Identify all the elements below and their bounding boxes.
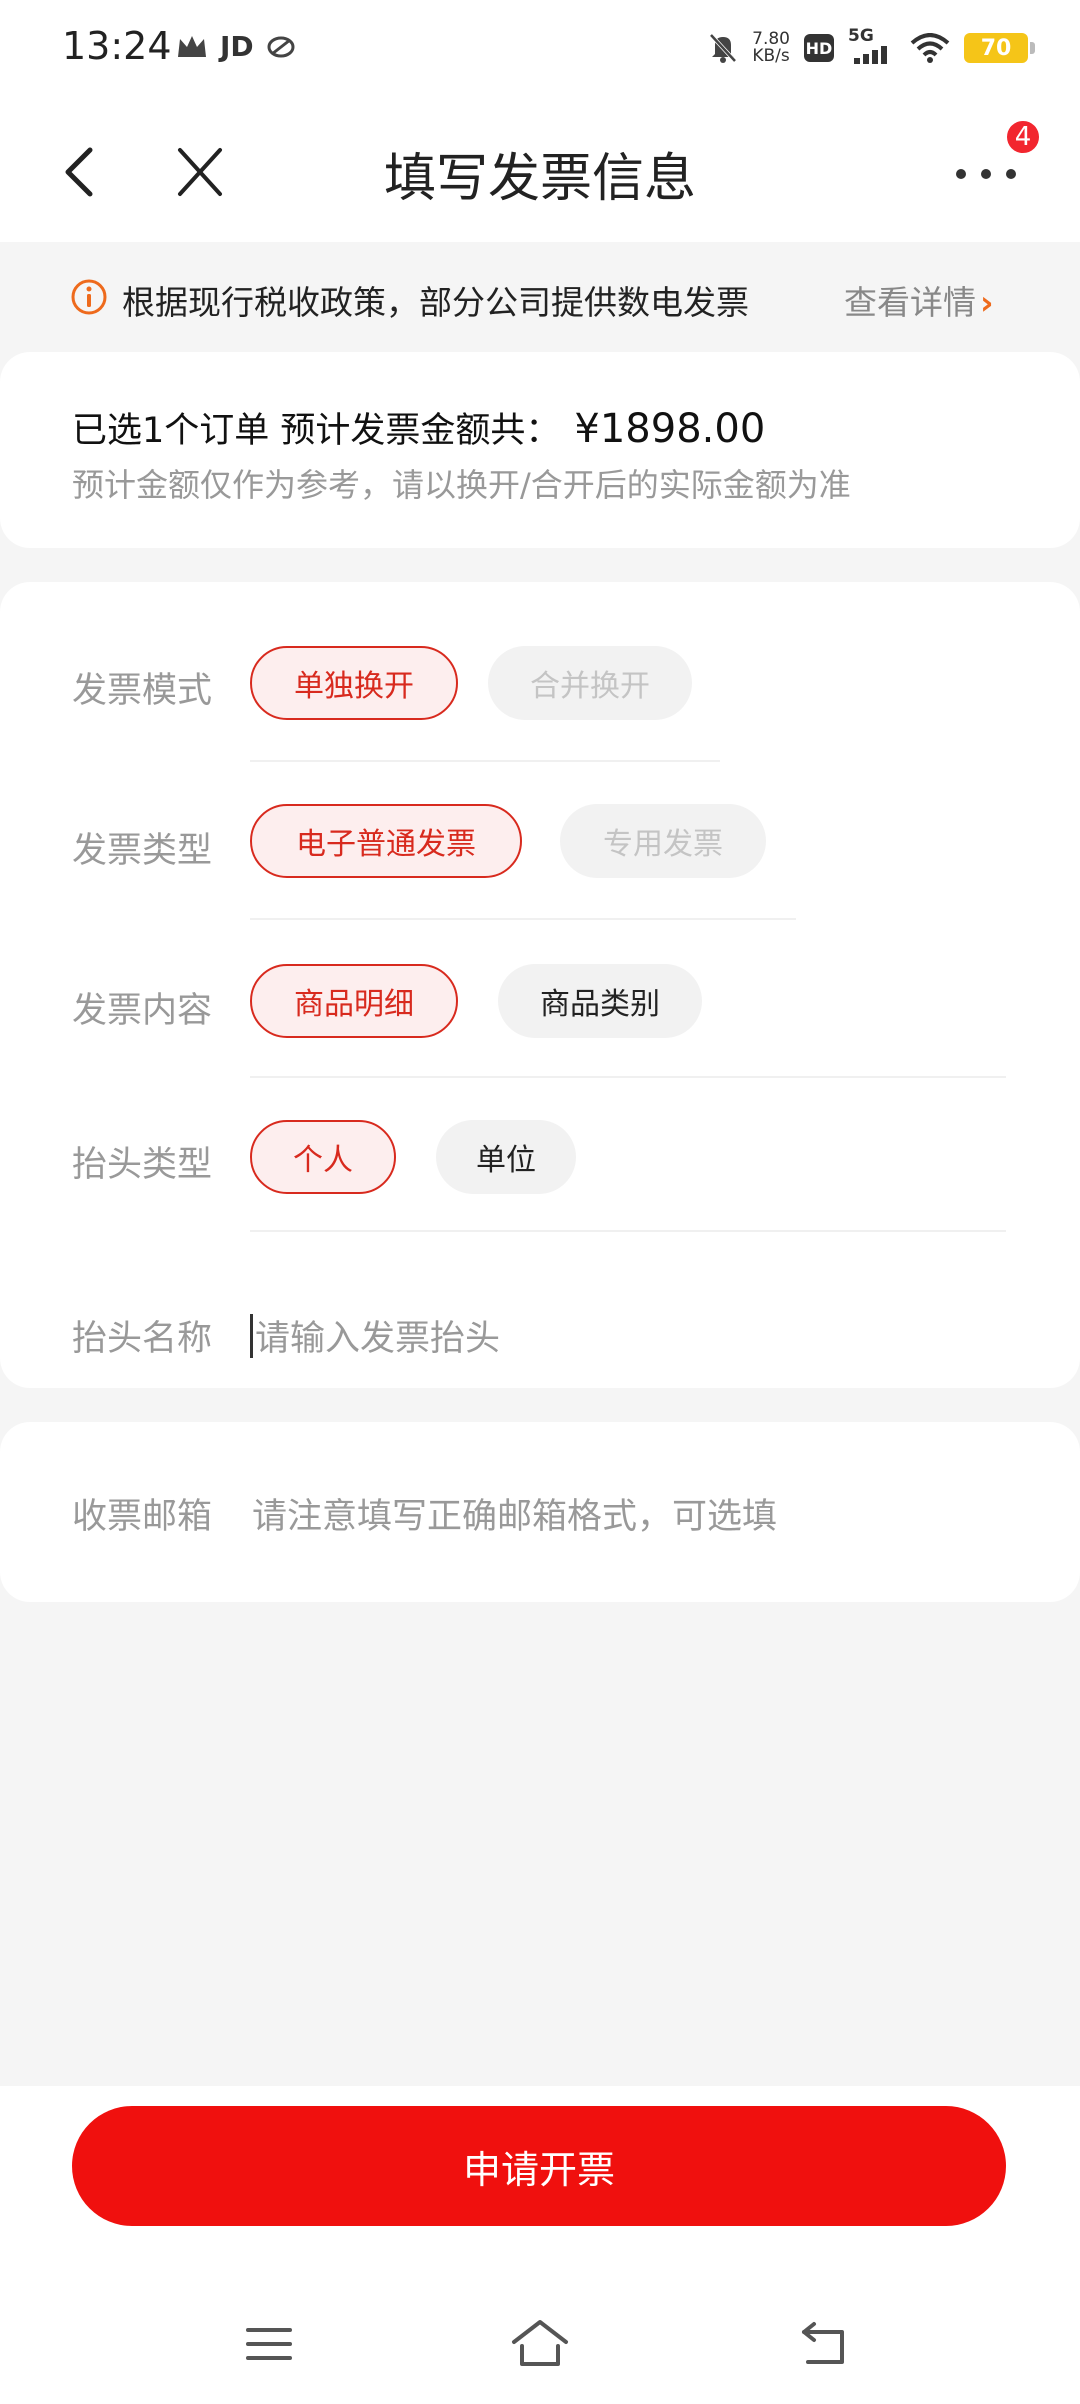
text-cursor — [250, 1313, 253, 1358]
title-name-label: 抬头名称 — [72, 1319, 213, 1359]
status-time: 13:24 — [62, 24, 172, 68]
email-label: 收票邮箱 — [72, 1497, 213, 1537]
crown-icon — [178, 35, 206, 57]
jd-app-icon: JD — [220, 30, 254, 63]
apply-invoice-button[interactable]: 申请开票 — [72, 2106, 1006, 2226]
hd-icon: HD — [804, 34, 834, 62]
option-company[interactable]: 单位 — [436, 1120, 576, 1194]
net-speed: 7.80 KB/s — [752, 29, 790, 66]
status-bar: 13:24 JD 7.80 KB/s HD 5G 70 — [0, 0, 1080, 100]
email-card: 收票邮箱 请注意填写正确邮箱格式，可选填 — [0, 1422, 1080, 1602]
option-individual[interactable]: 个人 — [250, 1120, 396, 1194]
title-name-input[interactable]: 请输入发票抬头 — [250, 1310, 500, 1361]
system-nav-bar — [0, 2306, 1080, 2386]
back-icon[interactable] — [800, 2320, 848, 2366]
status-system-icons: 7.80 KB/s HD 5G 70 — [708, 26, 1035, 66]
invoice-content-label: 发票内容 — [72, 991, 213, 1031]
chevron-right-icon: › — [980, 283, 994, 322]
page-title: 填写发票信息 — [383, 149, 696, 209]
bottom-action-area: 申请开票 — [0, 2086, 1080, 2404]
info-icon — [71, 279, 107, 315]
mute-bell-icon — [709, 33, 737, 63]
more-dots-icon[interactable] — [956, 154, 1016, 194]
order-summary-card: 已选1个订单 预计发票金额共： ¥1898.00 预计金额仅作为参考，请以换开/合… — [0, 352, 1080, 548]
status-notification-icons: JD — [176, 30, 296, 63]
nav-bar: 填写发票信息 4 — [0, 100, 1080, 242]
invoice-amount: ¥1898.00 — [574, 406, 766, 452]
home-icon[interactable] — [510, 2318, 570, 2368]
view-details-link[interactable]: 查看详情 › — [844, 276, 994, 324]
message-badge: 4 — [1004, 118, 1042, 156]
option-item-details[interactable]: 商品明细 — [250, 964, 458, 1038]
email-input[interactable]: 请注意填写正确邮箱格式，可选填 — [252, 1488, 777, 1539]
app-swirl-icon — [267, 36, 295, 57]
option-item-category[interactable]: 商品类别 — [498, 964, 702, 1038]
invoice-form-card: 发票模式 单独换开 合并换开 发票类型 电子普通发票 专用发票 发票内容 商品明… — [0, 582, 1080, 1388]
amount-hint: 预计金额仅作为参考，请以换开/合开后的实际金额为准 — [72, 466, 851, 504]
notice-text: 根据现行税收政策，部分公司提供数电发票 — [122, 283, 749, 322]
menu-icon[interactable] — [246, 2324, 292, 2364]
wifi-icon — [910, 33, 950, 63]
invoice-mode-label: 发票模式 — [72, 671, 213, 711]
policy-notice: 根据现行税收政策，部分公司提供数电发票 查看详情 › — [0, 242, 1080, 352]
battery-icon: 70 — [964, 33, 1035, 63]
option-special-invoice[interactable]: 专用发票 — [560, 804, 766, 878]
order-summary: 已选1个订单 预计发票金额共： ¥1898.00 — [72, 406, 766, 452]
option-electronic-invoice[interactable]: 电子普通发票 — [250, 804, 522, 878]
signal-icon: 5G — [848, 26, 896, 66]
invoice-type-label: 发票类型 — [72, 831, 213, 871]
option-separate-reissue[interactable]: 单独换开 — [250, 646, 458, 720]
option-merge-reissue[interactable]: 合并换开 — [488, 646, 692, 720]
title-type-label: 抬头类型 — [72, 1145, 213, 1185]
